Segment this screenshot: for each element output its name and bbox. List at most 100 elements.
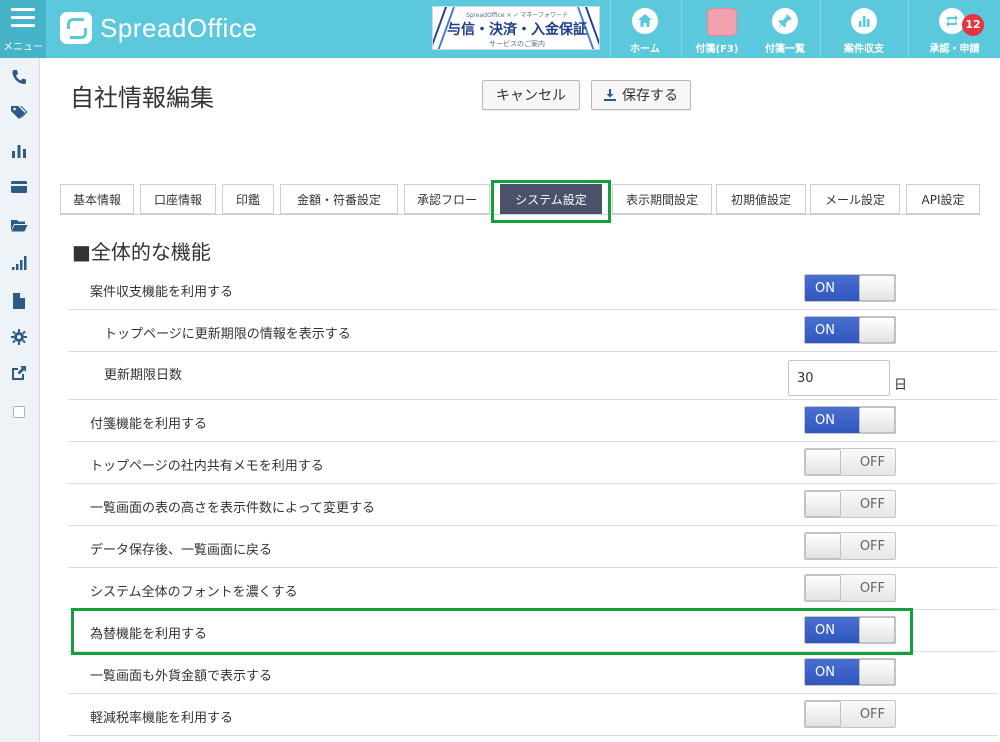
sticky-note-icon [707, 8, 737, 36]
toggle-state: ON [815, 665, 835, 680]
toggle-knob [859, 275, 895, 301]
setting-row: システム全体のフォントを濃くする OFF [68, 568, 998, 610]
setting-label: システム全体のフォントを濃くする [90, 585, 298, 600]
app-logo[interactable]: SpreadOffice [60, 10, 257, 46]
toggle-knob [805, 449, 841, 475]
toggle-knob [805, 701, 841, 727]
pin-icon [772, 8, 798, 34]
tab-api-settings[interactable]: API設定 [906, 184, 980, 214]
save-button[interactable]: 保存する [591, 80, 691, 110]
toggle-state: OFF [859, 455, 885, 470]
setting-label: データ保存後、一覧画面に戻る [90, 543, 273, 558]
retweet-icon [939, 8, 965, 34]
tab-display-period[interactable]: 表示期間設定 [612, 184, 712, 214]
card-icon[interactable] [8, 176, 30, 198]
setting-label: 一覧画面も外貨金額で表示する [90, 669, 273, 684]
hamburger-icon [11, 8, 35, 32]
setting-label: 付箋機能を利用する [90, 417, 208, 432]
nav-home-label: ホーム [630, 44, 660, 55]
tab-mail-settings[interactable]: メール設定 [810, 184, 900, 214]
toggle-switch[interactable]: ON [804, 316, 896, 344]
toggle-state: ON [815, 323, 835, 338]
toggle-knob [859, 659, 895, 685]
toggle-state: ON [815, 413, 835, 428]
bar-chart-icon [851, 8, 877, 34]
toggle-switch[interactable]: ON [804, 406, 896, 434]
nav-approval[interactable]: 承認・申請 [909, 0, 1000, 58]
toggle-switch[interactable]: OFF [804, 490, 896, 518]
cancel-button[interactable]: キャンセル [482, 80, 580, 110]
folder-icon[interactable] [8, 214, 30, 236]
setting-label: トップページに更新期限の情報を表示する [104, 327, 351, 342]
nav-project-balance[interactable]: 案件収支 [821, 0, 907, 58]
setting-row: 一覧画面も外貨金額で表示する ON [68, 652, 998, 694]
setting-row: 軽減税率機能を利用する OFF [68, 694, 998, 736]
nav-sticky-note-label: 付箋(F3) [695, 44, 739, 55]
toggle-switch[interactable]: OFF [804, 532, 896, 560]
highlight-box-tab [491, 180, 611, 223]
nav-sticky-list-label: 付箋一覧 [765, 44, 805, 55]
tab-seal[interactable]: 印鑑 [222, 184, 274, 214]
setting-row: データ保存後、一覧画面に戻る OFF [68, 526, 998, 568]
gear-icon[interactable] [8, 326, 30, 348]
menu-label: メニュー [3, 42, 43, 53]
toggle-state: OFF [859, 497, 885, 512]
toggle-switch[interactable]: ON [804, 274, 896, 302]
update-deadline-days-input[interactable] [788, 360, 890, 396]
logo-icon [60, 12, 92, 44]
checkbox-icon[interactable] [13, 406, 25, 418]
setting-label: 更新期限日数 [104, 368, 183, 383]
menu-button[interactable]: メニュー [0, 0, 46, 58]
setting-row: 更新期限日数 日 [68, 352, 998, 400]
banner-subtitle: サービスのご案内 [489, 40, 545, 48]
toggle-knob [859, 407, 895, 433]
toggle-switch[interactable]: ON [804, 658, 896, 686]
setting-label: 案件収支機能を利用する [90, 285, 234, 300]
toggle-state: OFF [859, 581, 885, 596]
setting-row: トップページの社内共有メモを利用する OFF [68, 442, 998, 484]
top-header: メニュー SpreadOffice SpreadOffice × ✓ マネーフォ… [0, 0, 1000, 58]
home-icon [632, 8, 658, 34]
tab-amount-numbering[interactable]: 金額・符番設定 [280, 184, 398, 214]
banner-brand: SpreadOffice × ✓ マネーフォワード [465, 12, 569, 19]
unit-label: 日 [894, 378, 908, 393]
toggle-switch[interactable]: OFF [804, 700, 896, 728]
nav-project-balance-label: 案件収支 [844, 44, 884, 55]
toggle-switch[interactable]: OFF [804, 448, 896, 476]
external-link-icon[interactable] [8, 362, 30, 384]
setting-label: 軽減税率機能を利用する [90, 711, 234, 726]
tab-default-values[interactable]: 初期値設定 [716, 184, 806, 214]
left-sidebar [0, 58, 40, 742]
setting-row: 付箋機能を利用する ON [68, 400, 998, 442]
main-content: 自社情報編集 キャンセル 保存する 基本情報 口座情報 印鑑 金額・符番設定 承… [48, 58, 1000, 742]
banner-title: 与信・決済・入金保証 [447, 22, 587, 38]
toggle-state: OFF [859, 707, 885, 722]
tab-account-info[interactable]: 口座情報 [140, 184, 216, 214]
section-title: ■全体的な機能 [72, 240, 211, 264]
nav-home[interactable]: ホーム [610, 0, 680, 58]
toggle-state: ON [815, 281, 835, 296]
page-title: 自社情報編集 [70, 84, 214, 112]
toggle-switch[interactable]: OFF [804, 574, 896, 602]
toggle-state: OFF [859, 539, 885, 554]
nav-sticky-note[interactable]: 付箋(F3) [682, 0, 752, 58]
setting-row: 一覧画面の表の高さを表示件数によって変更する OFF [68, 484, 998, 526]
tab-approval-flow[interactable]: 承認フロー [404, 184, 490, 214]
approval-count-badge: 12 [962, 14, 984, 36]
setting-row: トップページに更新期限の情報を表示する ON [68, 310, 998, 352]
phone-icon[interactable] [8, 66, 30, 88]
toggle-knob [805, 533, 841, 559]
nav-approval-label: 承認・申請 [929, 44, 980, 55]
signal-icon[interactable] [8, 252, 30, 274]
download-icon [604, 89, 616, 101]
nav-sticky-list[interactable]: 付箋一覧 [752, 0, 818, 58]
bar-chart-icon[interactable] [8, 140, 30, 162]
setting-label: 一覧画面の表の高さを表示件数によって変更する [90, 501, 375, 516]
toggle-knob [859, 317, 895, 343]
file-icon[interactable] [8, 290, 30, 312]
setting-label: トップページの社内共有メモを利用する [90, 459, 324, 474]
guarantee-service-banner[interactable]: SpreadOffice × ✓ マネーフォワード 与信・決済・入金保証 サービ… [432, 6, 600, 50]
toggle-knob [805, 491, 841, 517]
tab-basic-info[interactable]: 基本情報 [60, 184, 134, 214]
tags-icon[interactable] [8, 102, 30, 124]
